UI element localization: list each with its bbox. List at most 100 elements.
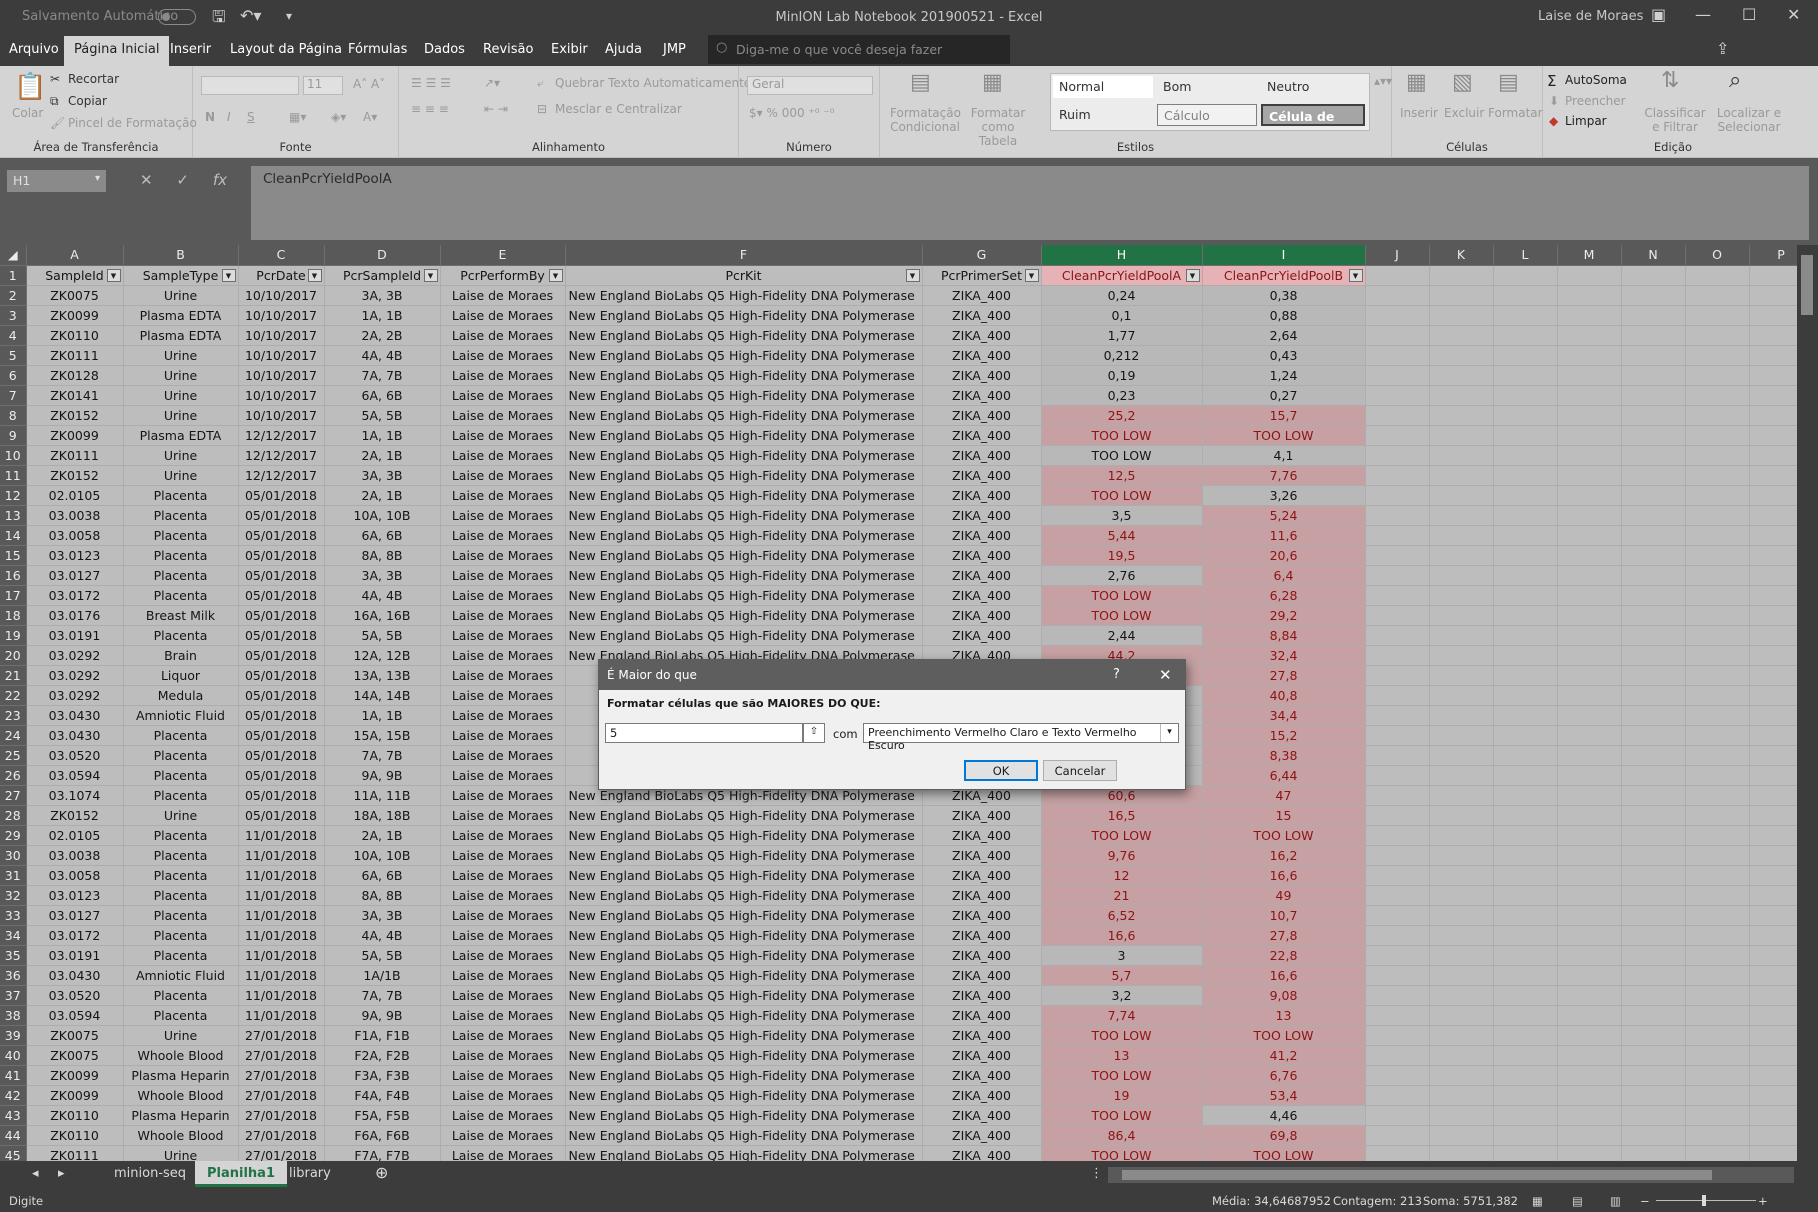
cell[interactable]: 9A, 9B	[324, 765, 441, 786]
cell[interactable]: Laise de Moraes	[440, 1025, 566, 1046]
cell[interactable]: ZIKA_400	[922, 1145, 1042, 1161]
cell[interactable]	[1429, 1145, 1494, 1161]
cell[interactable]: New England BioLabs Q5 High-Fidelity DNA…	[565, 1045, 923, 1066]
column-header-j[interactable]: J	[1365, 245, 1430, 266]
cell[interactable]	[1557, 765, 1622, 786]
cell[interactable]	[1621, 1025, 1686, 1046]
row-header[interactable]: 40	[0, 1045, 27, 1066]
cell[interactable]	[1685, 965, 1750, 986]
cell[interactable]	[1493, 905, 1558, 926]
cell[interactable]	[1685, 805, 1750, 826]
cell[interactable]	[1621, 785, 1686, 806]
cell[interactable]: New England BioLabs Q5 High-Fidelity DNA…	[565, 365, 923, 386]
column-header-g[interactable]: G	[922, 245, 1042, 266]
cell[interactable]: 5,7	[1041, 965, 1203, 986]
cell[interactable]: 6,76	[1202, 1065, 1366, 1086]
cell[interactable]: Laise de Moraes	[440, 745, 566, 766]
cell[interactable]: 12,5	[1041, 465, 1203, 486]
cell[interactable]: 0,24	[1041, 285, 1203, 306]
cell[interactable]: Whoole Blood	[123, 1125, 239, 1146]
filter-dropdown-icon[interactable]: ▼	[1024, 268, 1039, 282]
cell[interactable]: Amniotic Fluid	[123, 965, 239, 986]
cell[interactable]	[1557, 1145, 1622, 1161]
cell[interactable]: TOO LOW	[1041, 485, 1203, 506]
cell[interactable]: 05/01/2018	[238, 745, 325, 766]
row-header[interactable]: 13	[0, 505, 27, 526]
cell[interactable]	[1493, 845, 1558, 866]
style-bom[interactable]: Bom	[1157, 76, 1257, 98]
cell[interactable]	[1621, 665, 1686, 686]
cell[interactable]: Laise de Moraes	[440, 765, 566, 786]
cell[interactable]: 27/01/2018	[238, 1045, 325, 1066]
style-celula-verificacao[interactable]: Célula de Ve...	[1261, 104, 1365, 126]
cell[interactable]: 15A, 15B	[324, 725, 441, 746]
cell[interactable]: 05/01/2018	[238, 765, 325, 786]
row-header[interactable]: 14	[0, 525, 27, 546]
style-normal[interactable]: Normal	[1053, 76, 1153, 98]
row-header[interactable]: 25	[0, 745, 27, 766]
cell[interactable]	[1429, 325, 1494, 346]
cell[interactable]	[1429, 1025, 1494, 1046]
cell[interactable]: 1,77	[1041, 325, 1203, 346]
cell[interactable]	[1621, 905, 1686, 926]
cell[interactable]	[1365, 365, 1430, 386]
cell[interactable]: 8A, 8B	[324, 545, 441, 566]
cell[interactable]: ZK0111	[26, 1145, 124, 1161]
cell[interactable]: New England BioLabs Q5 High-Fidelity DNA…	[565, 865, 923, 886]
cell[interactable]	[1685, 725, 1750, 746]
cell[interactable]: 5,44	[1041, 525, 1203, 546]
cell[interactable]: New England BioLabs Q5 High-Fidelity DNA…	[565, 885, 923, 906]
cell[interactable]: New England BioLabs Q5 High-Fidelity DNA…	[565, 805, 923, 826]
cell[interactable]: 15,2	[1202, 725, 1366, 746]
column-header-i[interactable]: I	[1202, 245, 1366, 266]
cell[interactable]	[1621, 505, 1686, 526]
cell[interactable]: ZK0110	[26, 1125, 124, 1146]
cell[interactable]	[1365, 645, 1430, 666]
cell[interactable]: 27/01/2018	[238, 1105, 325, 1126]
cell[interactable]	[1429, 665, 1494, 686]
cell[interactable]: TOO LOW	[1041, 1065, 1203, 1086]
underline-button[interactable]: S	[247, 110, 255, 124]
cell[interactable]	[1685, 845, 1750, 866]
cell[interactable]	[1621, 565, 1686, 586]
cell[interactable]: 7,76	[1202, 465, 1366, 486]
cell[interactable]: 41,2	[1202, 1045, 1366, 1066]
cell[interactable]: Laise de Moraes	[440, 785, 566, 806]
cell[interactable]: F3A, F3B	[324, 1065, 441, 1086]
cell[interactable]	[1621, 585, 1686, 606]
cell[interactable]	[1685, 1105, 1750, 1126]
cell[interactable]: TOO LOW	[1041, 1025, 1203, 1046]
cell[interactable]: Laise de Moraes	[440, 1005, 566, 1026]
cell[interactable]	[1493, 325, 1558, 346]
cell[interactable]	[1685, 485, 1750, 506]
cell[interactable]	[1685, 265, 1750, 286]
cell[interactable]	[1365, 665, 1430, 686]
cell[interactable]	[1621, 285, 1686, 306]
cell[interactable]: 8A, 8B	[324, 885, 441, 906]
cell[interactable]	[1429, 625, 1494, 646]
cell[interactable]: Laise de Moraes	[440, 905, 566, 926]
cell[interactable]: Whoole Blood	[123, 1045, 239, 1066]
cell[interactable]	[1685, 465, 1750, 486]
cell[interactable]	[1493, 825, 1558, 846]
cell[interactable]: TOO LOW	[1041, 1145, 1203, 1161]
cancel-button[interactable]: Cancelar	[1043, 760, 1117, 781]
row-header[interactable]: 37	[0, 985, 27, 1006]
cell[interactable]	[1365, 265, 1430, 286]
cell[interactable]	[1621, 545, 1686, 566]
cell[interactable]: Laise de Moraes	[440, 1125, 566, 1146]
cell[interactable]: 15,7	[1202, 405, 1366, 426]
cell[interactable]	[1493, 1125, 1558, 1146]
cell[interactable]: 05/01/2018	[238, 485, 325, 506]
cell[interactable]: 11/01/2018	[238, 885, 325, 906]
cell[interactable]: Laise de Moraes	[440, 485, 566, 506]
cell[interactable]	[1493, 445, 1558, 466]
cell[interactable]	[1685, 1025, 1750, 1046]
cell[interactable]: ZK0099	[26, 1065, 124, 1086]
row-header[interactable]: 28	[0, 805, 27, 826]
cell[interactable]	[1493, 785, 1558, 806]
cell[interactable]: TOO LOW	[1202, 825, 1366, 846]
cell[interactable]: 1A, 1B	[324, 425, 441, 446]
cell[interactable]: 9A, 9B	[324, 1005, 441, 1026]
cell[interactable]	[1365, 985, 1430, 1006]
